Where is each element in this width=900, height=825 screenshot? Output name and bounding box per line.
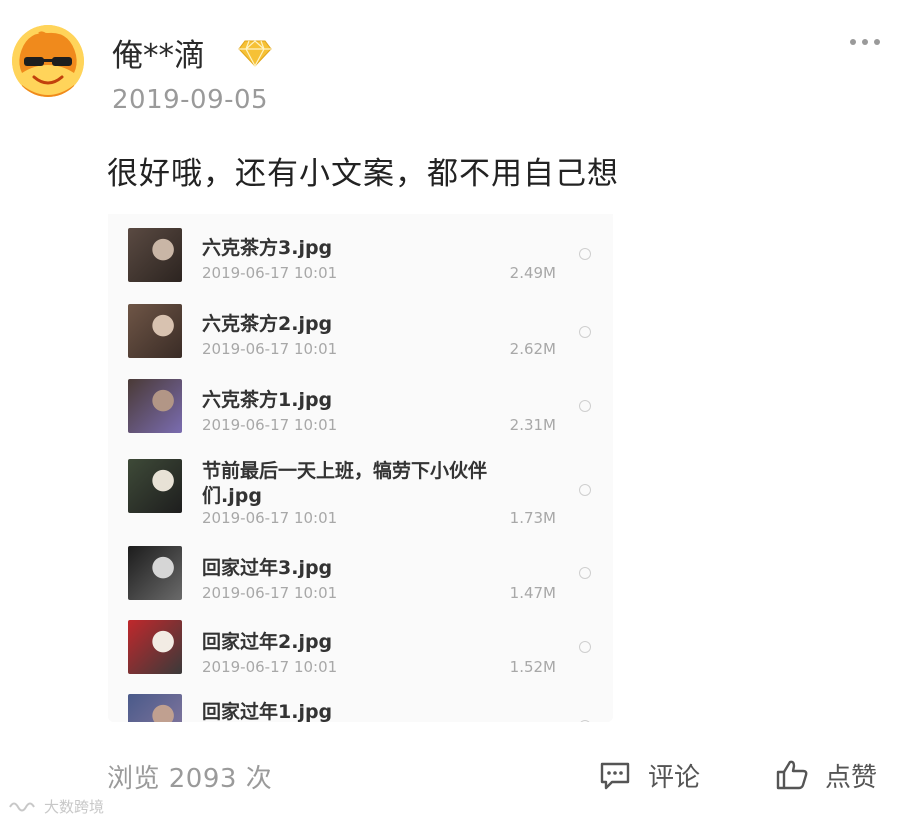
file-name: 节前最后一天上班，犒劳下小伙伴们.jpg	[202, 460, 488, 507]
file-timestamp: 2019-06-17 10:01	[202, 264, 338, 282]
image-thumbnail	[128, 459, 182, 513]
more-options-icon[interactable]	[848, 32, 882, 52]
file-row[interactable]: 节前最后一天上班，犒劳下小伙伴们.jpg 2019-06-17 10:01 1.73…	[108, 443, 613, 537]
username[interactable]: 俺**滴	[112, 30, 205, 75]
select-radio[interactable]	[579, 248, 591, 260]
sunglasses-mascot-icon	[12, 25, 84, 97]
image-thumbnail	[128, 379, 182, 433]
file-row[interactable]: 回家过年1.jpg	[108, 684, 613, 722]
watermark-logo-icon	[9, 802, 35, 811]
file-timestamp: 2019-06-17 10:01	[202, 340, 338, 358]
image-thumbnail	[128, 546, 182, 600]
thumbs-up-icon	[776, 760, 808, 790]
attached-image-file-list[interactable]: 六克茶方3.jpg 2019-06-17 10:01 2.49M 六克茶方2.jpg 2…	[108, 214, 613, 722]
select-radio[interactable]	[579, 400, 591, 412]
file-row[interactable]: 六克茶方2.jpg 2019-06-17 10:01 2.62M	[108, 294, 613, 370]
file-size: 2.62M	[509, 340, 556, 358]
user-avatar[interactable]	[12, 25, 84, 97]
file-size: 2.31M	[509, 416, 556, 434]
image-thumbnail	[128, 694, 182, 722]
select-radio[interactable]	[579, 567, 591, 579]
file-row[interactable]: 六克茶方1.jpg 2019-06-17 10:01 2.31M	[108, 369, 613, 444]
file-size: 1.52M	[509, 658, 556, 676]
file-name: 回家过年1.jpg	[202, 701, 333, 722]
like-button[interactable]: 点赞	[775, 755, 877, 795]
select-radio[interactable]	[579, 720, 591, 722]
comment-text: 很好哦，还有小文案，都不用自己想	[107, 156, 619, 192]
diamond-vip-icon	[238, 38, 272, 68]
file-size: 2.49M	[509, 264, 556, 282]
file-timestamp: 2019-06-17 10:01	[202, 658, 338, 676]
file-name: 回家过年2.jpg	[202, 631, 333, 653]
file-name: 六克茶方1.jpg	[202, 389, 333, 411]
file-row[interactable]: 回家过年2.jpg 2019-06-17 10:01 1.52M	[108, 610, 613, 685]
image-thumbnail	[128, 304, 182, 358]
file-timestamp: 2019-06-17 10:01	[202, 509, 338, 527]
watermark-text: 大数跨境	[44, 798, 105, 816]
view-count: 浏览 2093 次	[107, 764, 273, 794]
file-size: 1.47M	[509, 584, 556, 602]
file-timestamp: 2019-06-17 10:01	[202, 416, 338, 434]
file-size: 1.73M	[509, 509, 556, 527]
card-top-fade	[108, 214, 613, 228]
comment-icon	[600, 762, 630, 790]
comment-button[interactable]: 评论	[598, 755, 700, 795]
file-name: 六克茶方3.jpg	[202, 237, 333, 259]
select-radio[interactable]	[579, 641, 591, 653]
watermark: 大数跨境	[8, 796, 104, 817]
image-thumbnail	[128, 620, 182, 674]
file-name: 六克茶方2.jpg	[202, 313, 333, 335]
select-radio[interactable]	[579, 326, 591, 338]
post-date: 2019-09-05	[112, 85, 269, 115]
comment-label: 评论	[648, 762, 701, 793]
image-thumbnail	[128, 228, 182, 282]
file-row[interactable]: 回家过年3.jpg 2019-06-17 10:01 1.47M	[108, 536, 613, 611]
file-name: 回家过年3.jpg	[202, 557, 333, 579]
file-timestamp: 2019-06-17 10:01	[202, 584, 338, 602]
like-label: 点赞	[825, 762, 878, 793]
select-radio[interactable]	[579, 484, 591, 496]
